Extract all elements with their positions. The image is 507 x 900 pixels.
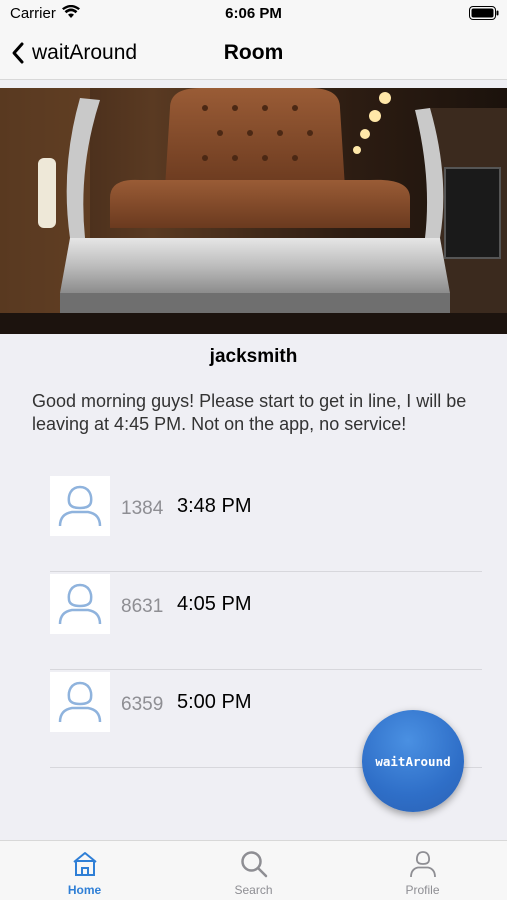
person-icon <box>58 681 102 723</box>
queue-code: 1384 <box>121 498 164 519</box>
person-icon <box>58 485 102 527</box>
profile-icon <box>409 851 436 878</box>
avatar <box>50 476 110 536</box>
home-icon <box>72 852 97 876</box>
room-message: Good morning guys! Please start to get i… <box>32 391 467 434</box>
status-bar: Carrier 6:06 PM <box>0 0 507 28</box>
queue-time: 4:05 PM <box>177 593 252 615</box>
back-button[interactable]: waitAround <box>10 38 137 68</box>
person-icon <box>58 583 102 625</box>
queue-row[interactable]: 8631 4:05 PM <box>50 572 482 670</box>
room-owner-name: jacksmith <box>209 346 298 367</box>
battery-icon <box>469 6 499 20</box>
queue-time: 5:00 PM <box>177 691 252 713</box>
tab-profile[interactable]: Profile <box>338 841 507 900</box>
tab-label: Search <box>234 883 273 897</box>
barber-chair-photo <box>0 88 507 334</box>
back-button-label: waitAround <box>32 41 138 64</box>
status-time: 6:06 PM <box>225 5 282 22</box>
tab-label: Profile <box>405 883 440 897</box>
avatar <box>50 672 110 732</box>
queue-time: 3:48 PM <box>177 495 252 517</box>
tab-bar: Home Search Profile <box>0 840 507 900</box>
tab-search[interactable]: Search <box>169 841 338 900</box>
queue-code: 8631 <box>121 596 164 617</box>
tab-label: Home <box>67 883 102 897</box>
chevron-left-icon <box>12 42 24 64</box>
queue-row[interactable]: 1384 3:48 PM <box>50 474 482 572</box>
avatar <box>50 574 110 634</box>
join-queue-button[interactable]: waitAround <box>362 710 464 812</box>
join-queue-button-label: waitAround <box>375 753 451 769</box>
room-cover-image <box>0 88 507 334</box>
queue-code: 6359 <box>121 694 164 715</box>
tab-home[interactable]: Home <box>0 841 169 900</box>
navigation-bar: waitAround Room <box>0 28 507 80</box>
search-icon <box>240 851 267 878</box>
